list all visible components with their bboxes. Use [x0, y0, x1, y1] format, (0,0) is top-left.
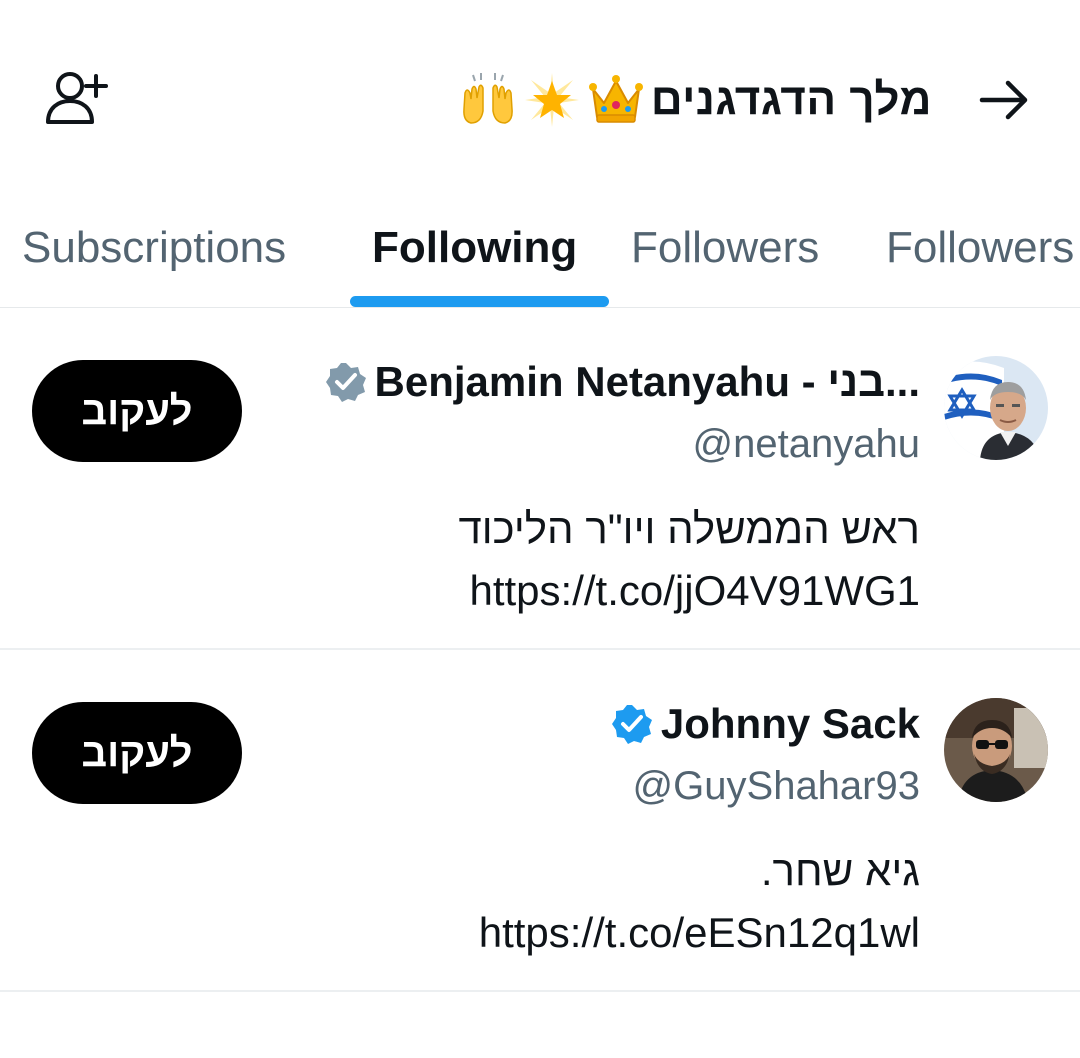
- add-user-button[interactable]: [40, 66, 112, 130]
- title-text: מלך הדגדגנים: [650, 75, 932, 124]
- verified-badge-icon: [611, 705, 652, 744]
- back-button[interactable]: [968, 70, 1038, 130]
- account-bio: גיא שחר. https://t.co/eESn12q1wl: [479, 840, 920, 964]
- verified-badge-icon: [325, 363, 366, 402]
- list-item[interactable]: לעקוב Benjamin Netanyahu - בני... @netan…: [0, 308, 1080, 650]
- account-name: Benjamin Netanyahu - בני...: [374, 358, 920, 405]
- tab-verified-followers[interactable]: Followers: [886, 218, 1074, 278]
- avatar[interactable]: [944, 356, 1048, 460]
- arrow-right-icon: [979, 80, 1028, 120]
- follow-button[interactable]: לעקוב: [32, 702, 242, 804]
- account-name-line[interactable]: Johnny Sack: [611, 694, 920, 754]
- tab-followers[interactable]: Followers: [631, 218, 819, 278]
- page-title: מלך הדגדגנים: [459, 62, 932, 138]
- avatar[interactable]: [944, 698, 1048, 802]
- account-name-line[interactable]: Benjamin Netanyahu - בני...: [325, 352, 920, 412]
- account-bio: ראש הממשלה ויו"ר הליכוד https://t.co/jjO…: [459, 498, 921, 622]
- avatar-image: [944, 356, 1048, 460]
- account-name: Johnny Sack: [660, 700, 920, 747]
- tab-subscriptions[interactable]: Subscriptions: [22, 218, 286, 278]
- account-handle: @GuyShahar93: [632, 764, 920, 808]
- bio-link[interactable]: https://t.co/jjO4V91WG1: [459, 560, 920, 622]
- avatar-image: [944, 698, 1048, 802]
- bio-text: ראש הממשלה ויו"ר הליכוד: [458, 505, 921, 552]
- active-tab-indicator: [350, 296, 609, 307]
- add-user-icon: [46, 72, 108, 124]
- top-bar: מלך הדגדגנים: [0, 0, 1080, 200]
- tab-bar: Subscriptions Following Followers Follow…: [0, 200, 1080, 308]
- list-item[interactable]: לעקוב Johnny Sack @GuyShahar93 גיא שחר. …: [0, 650, 1080, 992]
- crown-emoji-icon: [588, 75, 643, 123]
- bio-text: גיא שחר.: [760, 847, 920, 894]
- follow-button[interactable]: לעקוב: [32, 360, 242, 462]
- raising-hands-icon: [462, 73, 513, 124]
- account-handle: @netanyahu: [692, 422, 920, 466]
- tab-following[interactable]: Following: [372, 218, 577, 278]
- bio-link[interactable]: https://t.co/eESn12q1wl: [479, 902, 920, 964]
- glowing-star-icon: [524, 73, 579, 127]
